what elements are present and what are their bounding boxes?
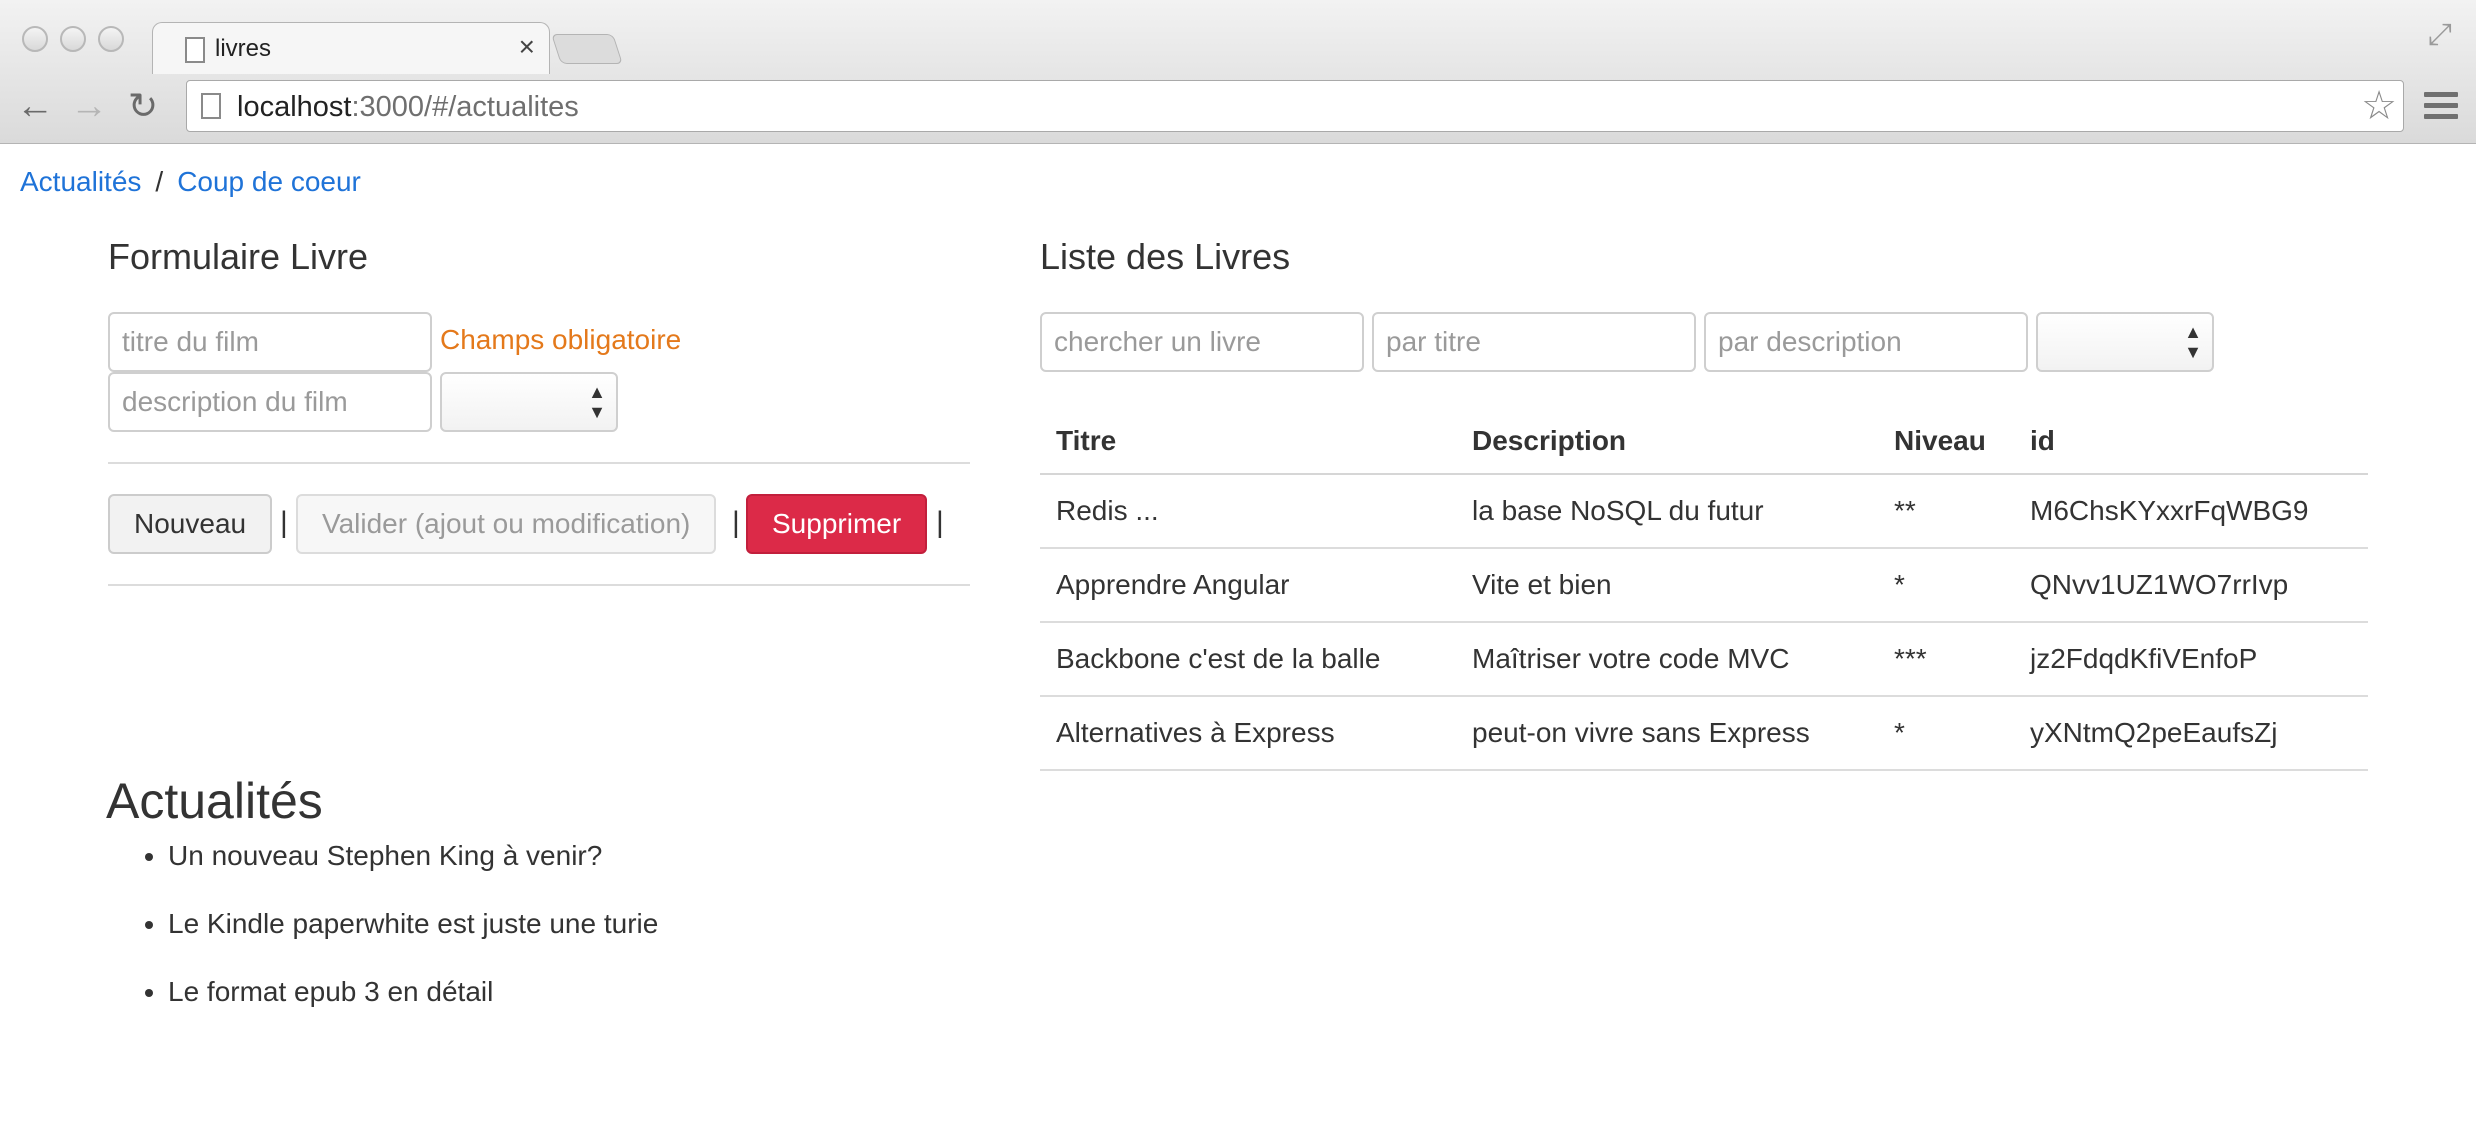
close-window-button[interactable] bbox=[22, 26, 48, 52]
books-table: Titre Description Niveau id Redis ... la… bbox=[1040, 408, 2368, 771]
cell-description: Maîtriser votre code MVC bbox=[1456, 622, 1878, 697]
search-input[interactable] bbox=[1040, 312, 1364, 372]
cell-description: peut-on vivre sans Express bbox=[1456, 696, 1878, 771]
cell-description: Vite et bien bbox=[1456, 548, 1878, 623]
reload-icon[interactable]: ↻ bbox=[128, 84, 158, 128]
select-arrows-icon: ▲ ▼ bbox=[588, 382, 606, 422]
select-arrows-icon: ▲ ▼ bbox=[2184, 322, 2202, 362]
filter-level-select[interactable]: ▲ ▼ bbox=[2036, 312, 2214, 372]
separator-pipe: | bbox=[732, 506, 740, 539]
separator-pipe: | bbox=[936, 506, 944, 539]
filter-description-input[interactable] bbox=[1704, 312, 2028, 372]
breadcrumb: Actualités / Coup de coeur bbox=[20, 166, 361, 198]
news-item: Un nouveau Stephen King à venir? bbox=[168, 840, 658, 872]
filter-title-input[interactable] bbox=[1372, 312, 1696, 372]
news-list: Un nouveau Stephen King à venir? Le Kind… bbox=[104, 840, 658, 1044]
description-input[interactable] bbox=[108, 372, 432, 432]
fullscreen-icon[interactable]: ⤢ bbox=[2428, 18, 2452, 52]
bookmark-star-icon[interactable]: ☆ bbox=[2361, 83, 2397, 129]
page-icon bbox=[185, 37, 205, 63]
news-item: Le format epub 3 en détail bbox=[168, 976, 658, 1008]
separator-pipe: | bbox=[280, 506, 288, 539]
cell-niveau: *** bbox=[1878, 622, 2014, 697]
cell-titre: Alternatives à Express bbox=[1040, 696, 1456, 771]
column-header-id: id bbox=[2014, 408, 2368, 475]
browser-chrome: livres × ⤢ ← → ↻ localhost:3000/#/actual… bbox=[0, 0, 2476, 144]
form-title: Formulaire Livre bbox=[108, 236, 369, 277]
required-label: Champs obligatoire bbox=[440, 324, 682, 355]
table-row[interactable]: Redis ... la base NoSQL du futur ** M6Ch… bbox=[1040, 474, 2368, 549]
list-title: Liste des Livres bbox=[1040, 236, 1291, 277]
table-row[interactable]: Backbone c'est de la balle Maîtriser vot… bbox=[1040, 622, 2368, 697]
page-icon bbox=[201, 93, 221, 119]
cell-id: jz2FdqdKfiVEnfoP bbox=[2014, 622, 2368, 697]
forward-icon[interactable]: → bbox=[70, 84, 108, 128]
level-select[interactable]: ▲ ▼ bbox=[440, 372, 618, 432]
minimize-window-button[interactable] bbox=[60, 26, 86, 52]
tab-title: livres bbox=[215, 35, 272, 62]
cell-description: la base NoSQL du futur bbox=[1456, 474, 1878, 549]
breadcrumb-link-coup-de-coeur[interactable]: Coup de coeur bbox=[177, 166, 361, 197]
menu-icon[interactable] bbox=[2424, 92, 2458, 125]
delete-button[interactable]: Supprimer bbox=[746, 494, 928, 554]
new-button[interactable]: Nouveau bbox=[108, 494, 273, 554]
cell-niveau: ** bbox=[1878, 474, 2014, 549]
cell-niveau: * bbox=[1878, 696, 2014, 771]
new-tab-button[interactable] bbox=[551, 34, 623, 64]
cell-id: M6ChsKYxxrFqWBG9 bbox=[2014, 474, 2368, 549]
cell-niveau: * bbox=[1878, 548, 2014, 623]
title-input[interactable] bbox=[108, 312, 432, 372]
news-title: Actualités bbox=[106, 773, 323, 829]
column-header-niveau: Niveau bbox=[1878, 408, 2014, 475]
cell-titre: Redis ... bbox=[1040, 474, 1456, 549]
zoom-window-button[interactable] bbox=[98, 26, 124, 52]
divider bbox=[108, 462, 970, 464]
tab-close-icon[interactable]: × bbox=[519, 31, 535, 63]
cell-titre: Backbone c'est de la balle bbox=[1040, 622, 1456, 697]
column-header-titre: Titre bbox=[1040, 408, 1456, 475]
column-header-description: Description bbox=[1456, 408, 1878, 475]
browser-tab[interactable]: livres × bbox=[152, 22, 550, 74]
breadcrumb-link-actualites[interactable]: Actualités bbox=[20, 166, 141, 197]
divider bbox=[108, 584, 970, 586]
cell-titre: Apprendre Angular bbox=[1040, 548, 1456, 623]
cell-id: QNvv1UZ1WO7rrIvp bbox=[2014, 548, 2368, 623]
validate-button[interactable]: Valider (ajout ou modification) bbox=[296, 494, 717, 554]
table-row[interactable]: Apprendre Angular Vite et bien * QNvv1UZ… bbox=[1040, 548, 2368, 623]
address-bar[interactable]: localhost:3000/#/actualites ☆ bbox=[186, 80, 2404, 132]
url-text[interactable]: localhost:3000/#/actualites bbox=[237, 91, 579, 124]
breadcrumb-separator: / bbox=[155, 166, 164, 197]
cell-id: yXNtmQ2peEaufsZj bbox=[2014, 696, 2368, 771]
table-row[interactable]: Alternatives à Express peut-on vivre san… bbox=[1040, 696, 2368, 771]
table-header-row: Titre Description Niveau id bbox=[1040, 408, 2368, 475]
back-icon[interactable]: ← bbox=[16, 84, 54, 128]
news-item: Le Kindle paperwhite est juste une turie bbox=[168, 908, 658, 940]
